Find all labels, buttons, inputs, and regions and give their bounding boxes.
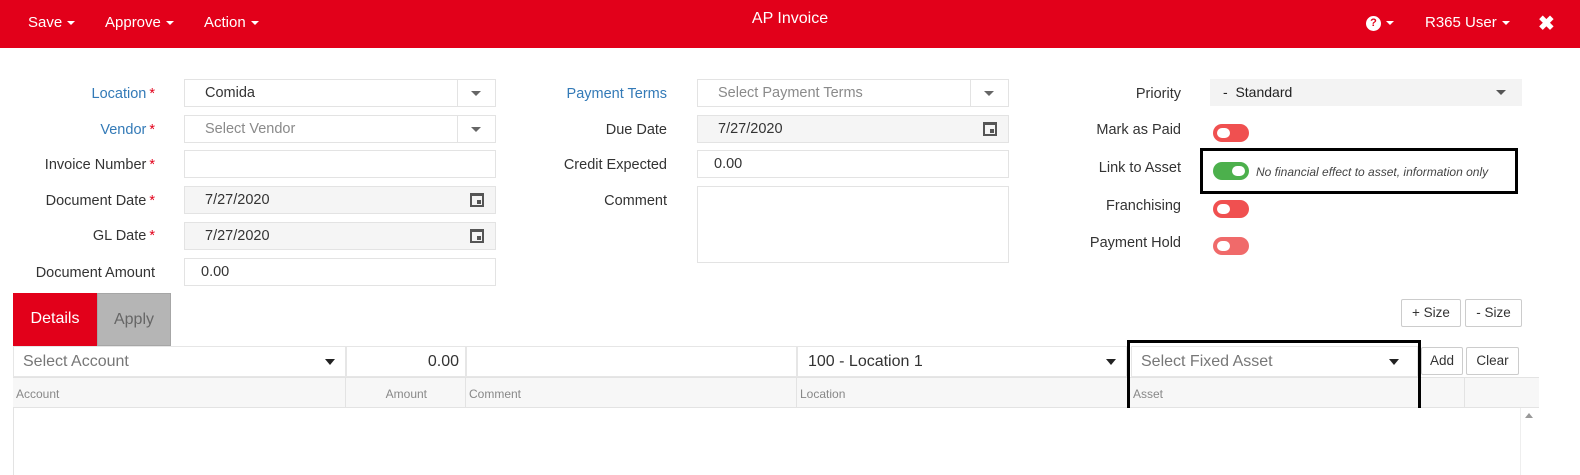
required-marker: * [149, 228, 155, 244]
location-row-value: 100 - Location 1 [808, 353, 923, 370]
toggle-knob [1217, 241, 1230, 251]
caret-down-icon [165, 21, 174, 26]
action-menu[interactable]: Action [204, 0, 259, 48]
caret-down-icon [1386, 21, 1394, 26]
scroll-up-arrow-icon[interactable] [1525, 413, 1533, 418]
priority-value: - Standard [1223, 84, 1293, 100]
caret-down-icon [1501, 21, 1510, 26]
invoice-number-label: Invoice Number * [45, 157, 155, 173]
vendor-placeholder: Select Vendor [205, 121, 296, 137]
priority-select[interactable]: - Standard [1210, 79, 1522, 106]
document-date-label-text: Document Date [45, 193, 147, 209]
invoice-number-label-text: Invoice Number [44, 157, 147, 173]
link-to-asset-label: Link to Asset [1098, 160, 1181, 176]
column-header-location[interactable]: Location [797, 377, 1130, 408]
location-label-text: Location [91, 86, 147, 102]
clear-button[interactable]: Clear [1466, 347, 1519, 375]
priority-label: Priority [1135, 86, 1181, 102]
comment-textarea[interactable] [697, 186, 1009, 263]
vendor-select[interactable]: Select Vendor [184, 115, 496, 143]
caret-down-icon [250, 21, 259, 26]
comment-label: Comment [604, 193, 667, 209]
approve-menu-label: Approve [105, 14, 161, 31]
toggle-knob [1217, 204, 1230, 214]
caret-down-icon [471, 91, 481, 96]
user-menu[interactable]: R365 User [1425, 0, 1510, 48]
gl-date-label: GL Date * [93, 228, 155, 244]
grid-scrollbar[interactable] [1520, 408, 1539, 475]
close-icon[interactable]: ✖ [1538, 11, 1555, 36]
credit-expected-input[interactable]: 0.00 [697, 150, 1009, 178]
caret-down-icon [1496, 90, 1506, 95]
question-circle-icon: ? [1366, 15, 1381, 31]
calendar-icon[interactable] [983, 122, 997, 136]
decrease-size-button[interactable]: - Size [1465, 299, 1522, 327]
caret-down-icon [325, 359, 335, 365]
caret-down-icon [984, 91, 994, 96]
gl-date-value: 7/27/2020 [205, 228, 270, 244]
credit-expected-label: Credit Expected [563, 157, 667, 173]
payment-hold-label: Payment Hold [1089, 235, 1181, 251]
document-date-label: Document Date * [46, 193, 155, 209]
column-header-account[interactable]: Account [13, 377, 346, 408]
help-menu[interactable]: ? [1366, 0, 1394, 48]
highlight-box-link-to-asset [1200, 148, 1518, 194]
due-date-input[interactable]: 7/27/2020 [697, 115, 1009, 143]
invoice-number-input[interactable] [184, 150, 496, 178]
caret-down-icon [1106, 359, 1116, 365]
mark-as-paid-label: Mark as Paid [1096, 122, 1181, 138]
vendor-label[interactable]: Vendor * [100, 122, 155, 138]
required-marker: * [149, 157, 155, 173]
caret-down-icon [471, 127, 481, 132]
franchising-toggle[interactable] [1213, 200, 1249, 218]
document-amount-label: Document Amount [35, 265, 155, 281]
required-marker: * [149, 86, 155, 102]
tab-details[interactable]: Details [13, 293, 97, 346]
comment-input[interactable] [466, 346, 797, 377]
action-menu-label: Action [204, 14, 246, 31]
toggle-knob [1217, 128, 1230, 138]
payment-terms-label[interactable]: Payment Terms [567, 86, 667, 102]
franchising-label: Franchising [1106, 198, 1181, 214]
mark-as-paid-toggle[interactable] [1213, 124, 1249, 142]
required-marker: * [149, 122, 155, 138]
payment-hold-toggle[interactable] [1213, 237, 1249, 255]
location-select[interactable]: Comida [184, 79, 496, 107]
vendor-label-text: Vendor [100, 122, 147, 138]
save-menu[interactable]: Save [28, 0, 76, 48]
save-menu-label: Save [28, 14, 63, 31]
due-date-value: 7/27/2020 [718, 121, 783, 137]
calendar-icon[interactable] [470, 193, 484, 207]
calendar-icon[interactable] [470, 229, 484, 243]
required-marker: * [149, 193, 155, 209]
add-button[interactable]: Add [1421, 347, 1463, 375]
caret-down-icon [67, 21, 76, 26]
payment-terms-select[interactable]: Select Payment Terms [697, 79, 1009, 107]
document-amount-input[interactable]: 0.00 [184, 258, 496, 286]
gl-date-input[interactable]: 7/27/2020 [184, 222, 496, 250]
document-date-input[interactable]: 7/27/2020 [184, 186, 496, 214]
approve-menu[interactable]: Approve [105, 0, 174, 48]
account-select[interactable]: Select Account [13, 346, 346, 377]
amount-input[interactable]: 0.00 [346, 346, 466, 377]
column-header-comment[interactable]: Comment [466, 377, 797, 408]
increase-size-button[interactable]: + Size [1401, 299, 1461, 327]
highlight-box-fixed-asset [1127, 340, 1421, 413]
location-value: Comida [205, 85, 255, 101]
payment-terms-placeholder: Select Payment Terms [718, 85, 863, 101]
due-date-label: Due Date [605, 122, 667, 138]
account-placeholder: Select Account [23, 353, 129, 370]
top-bar: Save Approve Action AP Invoice ? R365 Us… [0, 0, 1580, 48]
location-label[interactable]: Location * [92, 86, 155, 102]
gl-date-label-text: GL Date [92, 228, 147, 244]
tab-apply[interactable]: Apply [97, 293, 171, 346]
document-date-value: 7/27/2020 [205, 192, 270, 208]
column-header-amount[interactable]: Amount [346, 377, 466, 408]
user-menu-label: R365 User [1425, 14, 1497, 31]
location-row-select[interactable]: 100 - Location 1 [797, 346, 1127, 377]
grid-body [13, 408, 1539, 475]
